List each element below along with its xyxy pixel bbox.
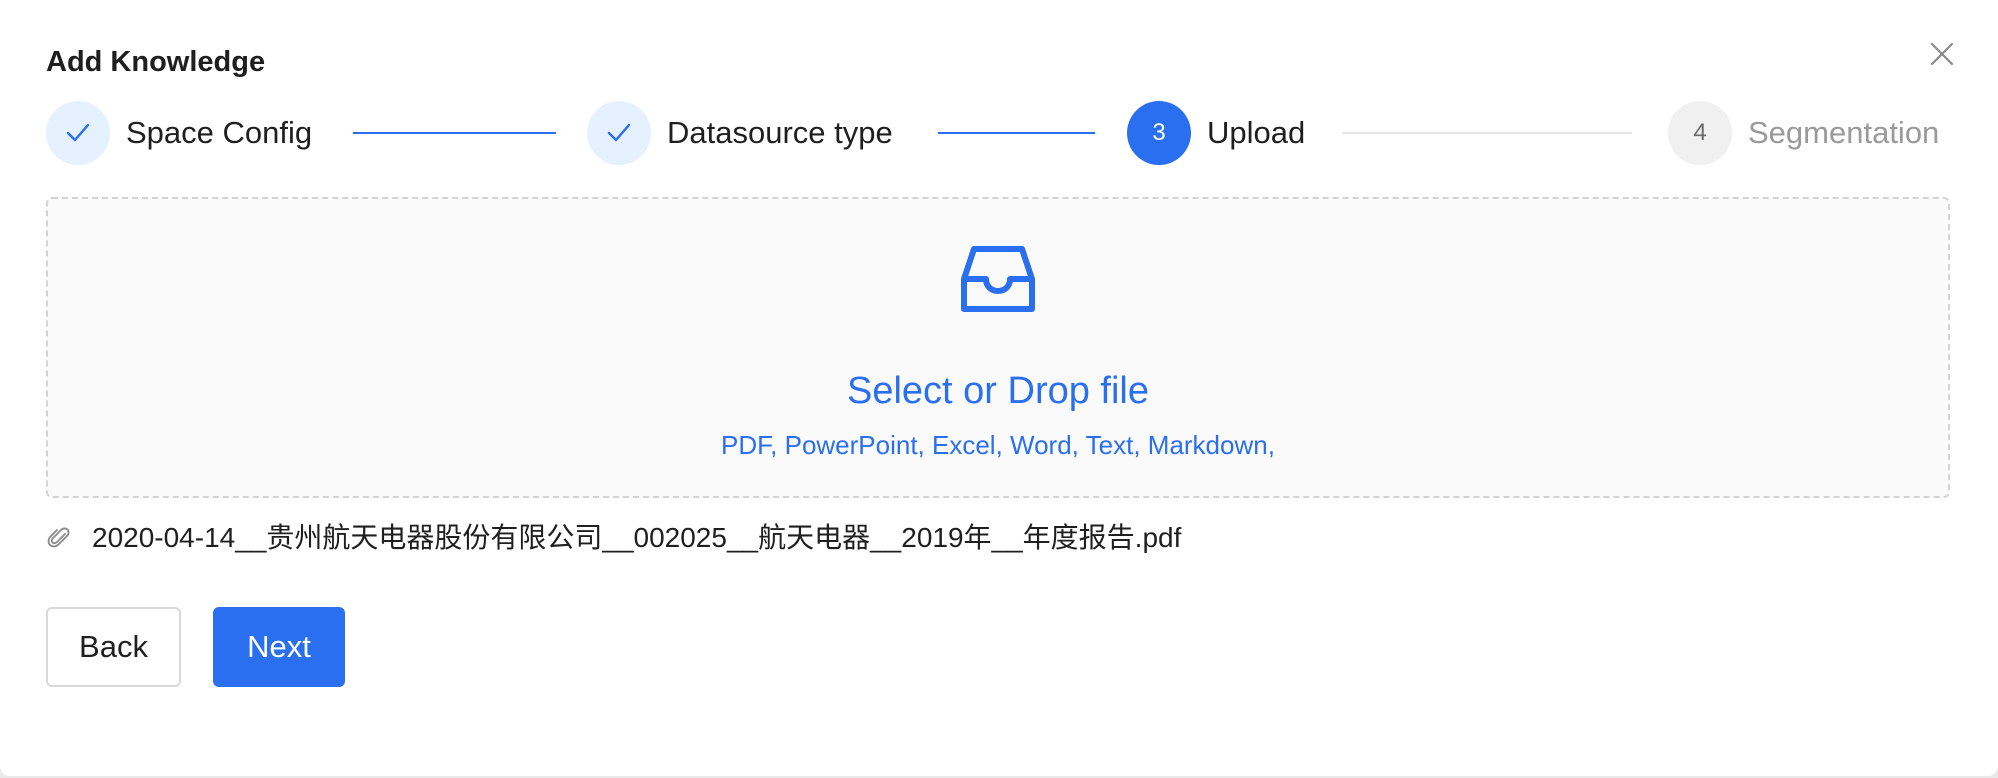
steps-bar: Space Config Datasource type 3 Upload 4 …: [46, 101, 1952, 167]
step-2-check-icon: [587, 101, 651, 165]
step-2-label: Datasource type: [667, 115, 893, 150]
back-button[interactable]: Back: [46, 607, 181, 687]
step-1-label: Space Config: [126, 115, 313, 150]
step-1-check-icon: [46, 101, 110, 165]
uploaded-file-item[interactable]: 2020-04-14__贵州航天电器股份有限公司__002025__航天电器__…: [46, 516, 1181, 560]
file-name: 2020-04-14__贵州航天电器股份有限公司__002025__航天电器__…: [92, 522, 1182, 553]
step-3-number: 3: [1127, 101, 1191, 165]
next-button[interactable]: Next: [213, 607, 345, 687]
supported-formats-hint: PDF, PowerPoint, Excel, Word, Text, Mark…: [721, 430, 1275, 460]
inbox-icon: [960, 241, 1036, 317]
step-connector-2: [938, 132, 1095, 134]
step-connector-3: [1342, 132, 1632, 134]
drop-title: Select or Drop file: [846, 370, 1149, 412]
file-drop-zone[interactable]: Select or Drop file PDF, PowerPoint, Exc…: [46, 197, 1950, 498]
step-connector-1: [353, 132, 556, 134]
step-4-label: Segmentation: [1748, 115, 1940, 150]
close-icon[interactable]: [1924, 36, 1960, 72]
step-3-label: Upload: [1207, 115, 1306, 150]
add-knowledge-modal: Add Knowledge Space Config Datasource ty…: [0, 0, 1998, 776]
modal-title: Add Knowledge: [46, 46, 266, 78]
step-4-number: 4: [1668, 101, 1732, 165]
paperclip-icon: [46, 525, 72, 551]
